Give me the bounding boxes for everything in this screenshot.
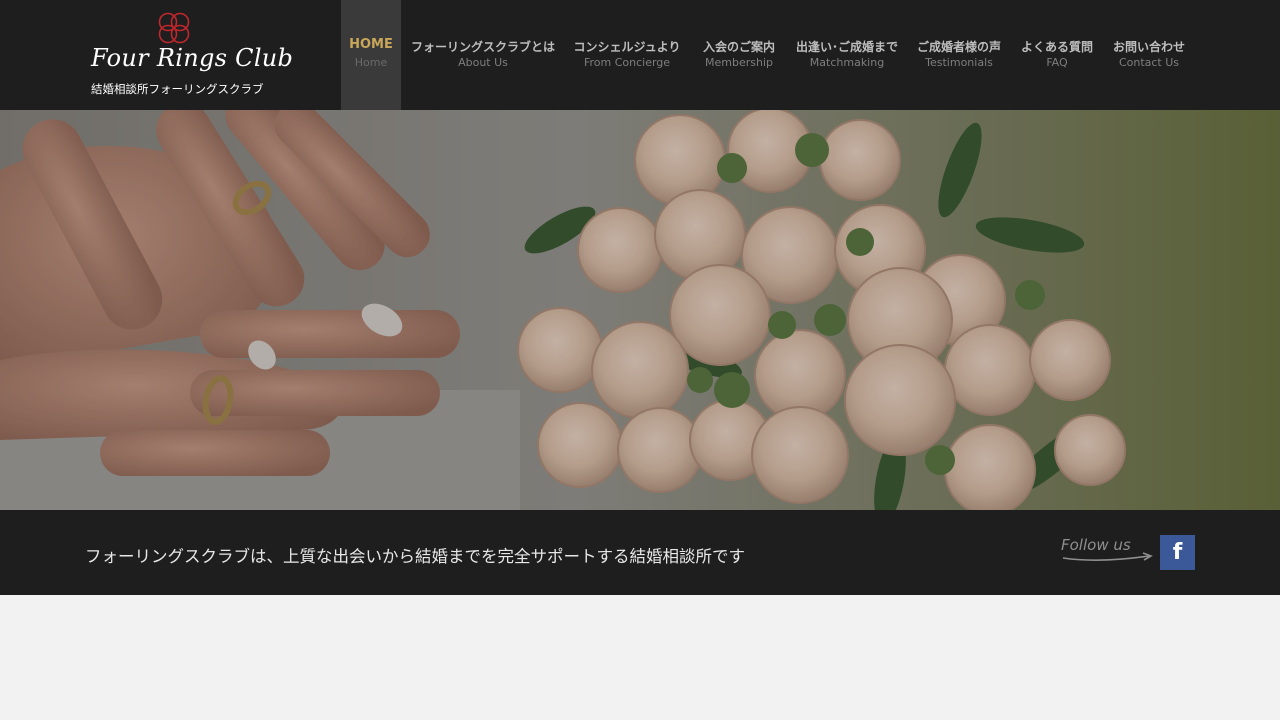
nav-item-sublabel: Matchmaking bbox=[809, 56, 885, 69]
nav-item-sublabel: About Us bbox=[458, 56, 508, 69]
nav-item-label: コンシェルジュより bbox=[573, 40, 681, 54]
nav-item-label: よくある質問 bbox=[1020, 40, 1093, 54]
nav-item-sublabel: FAQ bbox=[1046, 56, 1068, 69]
nav-item-sublabel: Home bbox=[354, 56, 388, 69]
nav-item-home[interactable]: HOME Home bbox=[341, 0, 401, 110]
nav-item-sublabel: Membership bbox=[705, 56, 773, 69]
logo-subtitle: 結婚相談所フォーリングスクラブ bbox=[91, 82, 264, 96]
logo-title: Four Rings Club bbox=[91, 44, 294, 72]
nav-item-label: お問い合わせ bbox=[1112, 40, 1185, 54]
tagline-bar: フォーリングスクラブは、上質な出会いから結婚までを完全サポートする結婚相談所です… bbox=[0, 510, 1280, 595]
nav-item-label: HOME bbox=[349, 37, 393, 52]
follow-arrow-icon bbox=[1062, 552, 1153, 561]
tagline-text: フォーリングスクラブは、上質な出会いから結婚までを完全サポートする結婚相談所です bbox=[85, 547, 745, 566]
hero-illustration bbox=[0, 110, 1280, 510]
four-rings-icon bbox=[158, 12, 190, 44]
nav-item-concierge[interactable]: コンシェルジュより From Concierge bbox=[571, 0, 683, 110]
nav-item-matchmaking[interactable]: 出逢い･ご成婚まで Matchmaking bbox=[791, 0, 903, 110]
nav-item-sublabel: Contact Us bbox=[1118, 56, 1180, 69]
nav-item-label: フォーリングスクラブとは bbox=[410, 40, 555, 54]
nav-item-sublabel: Testimonials bbox=[925, 56, 993, 69]
facebook-icon[interactable]: f bbox=[1160, 535, 1195, 570]
site-logo[interactable]: Four Rings Club 結婚相談所フォーリングスクラブ bbox=[85, 8, 294, 104]
nav-item-label: ご成婚者様の声 bbox=[916, 40, 1001, 54]
nav-item-about[interactable]: フォーリングスクラブとは About Us bbox=[407, 0, 559, 110]
hero-image bbox=[0, 110, 1280, 510]
nav-item-contact[interactable]: お問い合わせ Contact Us bbox=[1107, 0, 1191, 110]
nav-item-label: 入会のご案内 bbox=[702, 40, 775, 54]
nav-item-testimonials[interactable]: ご成婚者様の声 Testimonials bbox=[913, 0, 1005, 110]
nav-item-membership[interactable]: 入会のご案内 Membership bbox=[695, 0, 783, 110]
site-header: Four Rings Club 結婚相談所フォーリングスクラブ HOME Hom… bbox=[0, 0, 1280, 110]
nav-item-faq[interactable]: よくある質問 FAQ bbox=[1017, 0, 1097, 110]
nav-item-label: 出逢い･ご成婚まで bbox=[795, 40, 898, 54]
follow-us-label: Follow us bbox=[1061, 536, 1157, 568]
nav-item-sublabel: From Concierge bbox=[583, 56, 671, 69]
